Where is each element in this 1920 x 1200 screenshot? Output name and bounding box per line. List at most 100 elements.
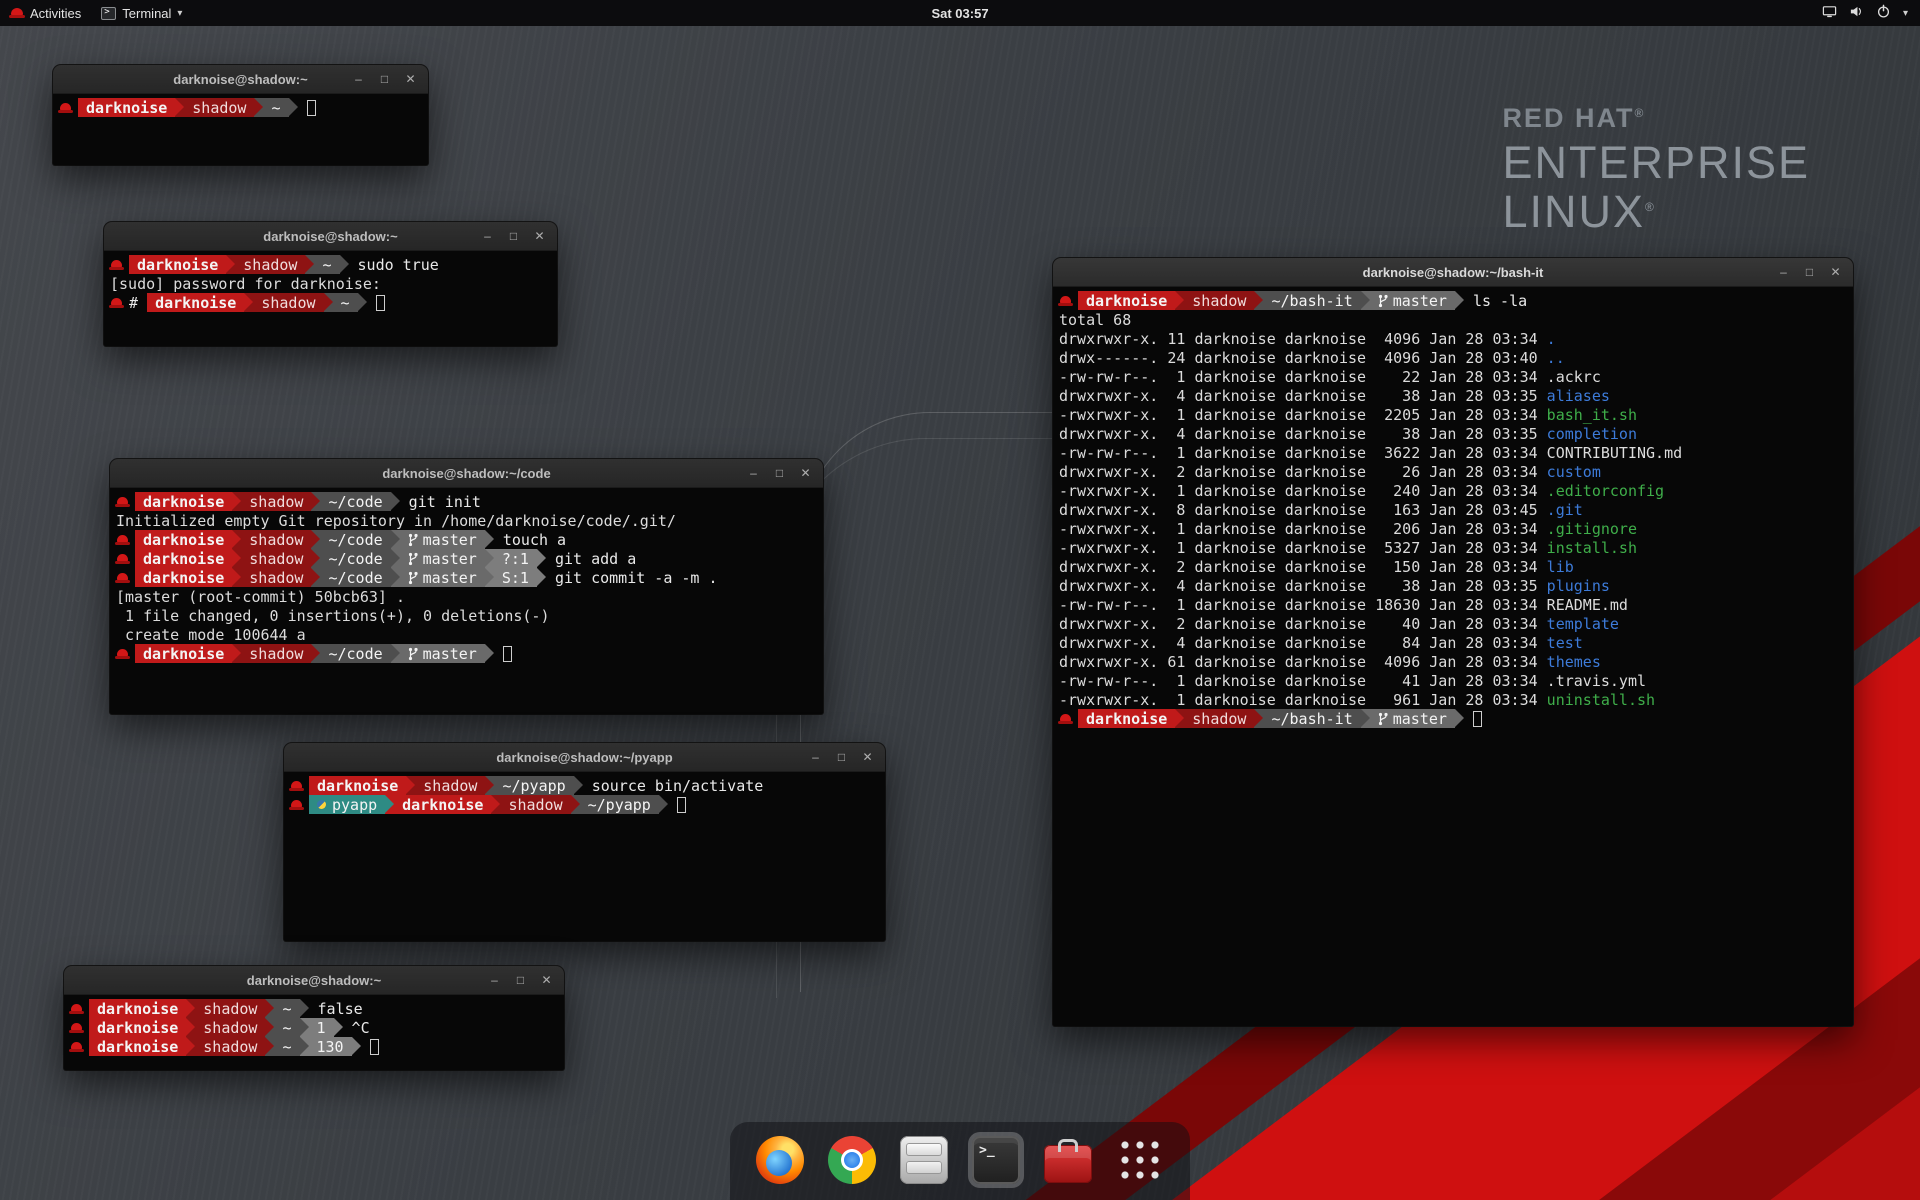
- window-titlebar[interactable]: darknoise@shadow:~/pyapp – □ ✕: [284, 743, 885, 772]
- terminal-content[interactable]: darknoiseshadow~/bash-itmaster ls -latot…: [1053, 287, 1853, 1026]
- redhat-prompt-icon: [290, 781, 303, 791]
- powerline-arrow-icon: [1254, 709, 1263, 728]
- terminal-content[interactable]: darknoiseshadow~ falsedarknoiseshadow~1 …: [64, 995, 564, 1070]
- activities-button[interactable]: Activities: [0, 0, 91, 26]
- minimize-button[interactable]: –: [478, 227, 497, 246]
- window-titlebar[interactable]: darknoise@shadow:~ – □ ✕: [53, 65, 428, 94]
- git-branch-icon: [408, 647, 418, 661]
- output-text: completion: [1547, 425, 1637, 443]
- terminal-content[interactable]: darknoiseshadow~/pyapp source bin/activa…: [284, 772, 885, 941]
- minimize-button[interactable]: –: [349, 70, 368, 89]
- prompt-segment-user: darknoise: [89, 1037, 186, 1056]
- powerline-arrow-icon: [391, 549, 400, 568]
- powerline-arrow-icon: [265, 1018, 274, 1037]
- system-status-area[interactable]: ▾: [1810, 0, 1920, 26]
- window-titlebar[interactable]: darknoise@shadow:~/bash-it – □ ✕: [1053, 258, 1853, 287]
- power-icon: [1876, 4, 1891, 22]
- maximize-button[interactable]: □: [375, 70, 394, 89]
- dock-toolbox[interactable]: [1040, 1132, 1096, 1188]
- dock-chrome[interactable]: [824, 1132, 880, 1188]
- powerline-arrow-icon: [289, 98, 298, 117]
- prompt-segment-git: master: [400, 644, 485, 663]
- dock-firefox[interactable]: [752, 1132, 808, 1188]
- prompt-segment-host: shadow: [195, 1037, 265, 1056]
- prompt-segment-git: master: [400, 549, 485, 568]
- output-text: drwxrwxr-x. 8 darknoise darknoise 163 Ja…: [1059, 501, 1547, 519]
- dock-app-grid[interactable]: [1112, 1132, 1168, 1188]
- prompt-segment-path: ~/code: [320, 644, 390, 663]
- output-text: -rwxrwxr-x. 1 darknoise darknoise 206 Ja…: [1059, 520, 1547, 538]
- terminal-content[interactable]: darknoiseshadow~: [53, 94, 428, 165]
- prompt-line: darknoiseshadow~ sudo true: [110, 255, 551, 274]
- window-title: darknoise@shadow:~: [247, 973, 381, 988]
- powerline-arrow-icon: [175, 98, 184, 117]
- dock-files[interactable]: [896, 1132, 952, 1188]
- dock-terminal[interactable]: [968, 1132, 1024, 1188]
- powerline-arrow-icon: [485, 568, 494, 587]
- app-grid-icon: [1118, 1138, 1162, 1182]
- close-button[interactable]: ✕: [537, 971, 556, 990]
- output-line: drwxrwxr-x. 8 darknoise darknoise 163 Ja…: [1059, 500, 1847, 519]
- prompt-line: # darknoiseshadow~: [110, 293, 551, 312]
- prompt-segment-host: shadow: [1184, 291, 1254, 310]
- prompt-segment-git: master: [1370, 291, 1455, 310]
- output-text: -rw-rw-r--. 1 darknoise darknoise 22 Jan…: [1059, 368, 1547, 386]
- prompt-segment-host: shadow: [195, 999, 265, 1018]
- output-text: -rw-rw-r--. 1 darknoise darknoise 18630 …: [1059, 596, 1547, 614]
- maximize-button[interactable]: □: [504, 227, 523, 246]
- output-text: ..: [1547, 349, 1565, 367]
- prompt-segment-host: shadow: [241, 568, 311, 587]
- prompt-segment-host: shadow: [253, 293, 323, 312]
- command-text: ^C: [343, 1019, 370, 1037]
- git-branch-icon: [408, 571, 418, 585]
- powerline-arrow-icon: [311, 568, 320, 587]
- close-button[interactable]: ✕: [858, 748, 877, 767]
- powerline-arrow-icon: [391, 644, 400, 663]
- powerline-arrow-icon: [1254, 291, 1263, 310]
- window-titlebar[interactable]: darknoise@shadow:~ – □ ✕: [64, 966, 564, 995]
- terminal-icon: [972, 1136, 1020, 1184]
- window-titlebar[interactable]: darknoise@shadow:~/code – □ ✕: [110, 459, 823, 488]
- prompt-segment-host: shadow: [241, 530, 311, 549]
- powerline-arrow-icon: [254, 98, 263, 117]
- prompt-segment-git: master: [400, 530, 485, 549]
- minimize-button[interactable]: –: [485, 971, 504, 990]
- prompt-segment-path: ~: [333, 293, 358, 312]
- prompt-line: darknoiseshadow~1 ^C: [70, 1018, 558, 1037]
- output-line: drwxrwxr-x. 2 darknoise darknoise 40 Jan…: [1059, 614, 1847, 633]
- minimize-button[interactable]: –: [744, 464, 763, 483]
- output-line: [sudo] password for darknoise:: [110, 274, 551, 293]
- output-line: -rwxrwxr-x. 1 darknoise darknoise 2205 J…: [1059, 405, 1847, 424]
- output-line: [master (root-commit) 50bcb63] .: [116, 587, 817, 606]
- app-menu-terminal[interactable]: Terminal ▾: [91, 0, 192, 26]
- redhat-prompt-icon: [70, 1004, 83, 1014]
- terminal-content[interactable]: darknoiseshadow~/code git initInitialize…: [110, 488, 823, 714]
- maximize-button[interactable]: □: [511, 971, 530, 990]
- maximize-button[interactable]: □: [832, 748, 851, 767]
- prompt-line: darknoiseshadow~/bash-itmaster ls -la: [1059, 291, 1847, 310]
- rhel-wallpaper-logo: RED HAT® ENTERPRISE LINUX®: [1502, 105, 1810, 234]
- screen-icon: [1822, 4, 1837, 22]
- prompt-line: darknoiseshadow~/pyapp source bin/activa…: [290, 776, 879, 795]
- output-line: -rw-rw-r--. 1 darknoise darknoise 22 Jan…: [1059, 367, 1847, 386]
- maximize-button[interactable]: □: [1800, 263, 1819, 282]
- minimize-button[interactable]: –: [1774, 263, 1793, 282]
- close-button[interactable]: ✕: [796, 464, 815, 483]
- registered-mark: ®: [1634, 106, 1645, 120]
- output-text: drwxrwxr-x. 61 darknoise darknoise 4096 …: [1059, 653, 1547, 671]
- powerline-arrow-icon: [485, 530, 494, 549]
- clock[interactable]: Sat 03:57: [931, 6, 988, 21]
- close-button[interactable]: ✕: [401, 70, 420, 89]
- output-line: drwxrwxr-x. 4 darknoise darknoise 38 Jan…: [1059, 576, 1847, 595]
- window-titlebar[interactable]: darknoise@shadow:~ – □ ✕: [104, 222, 557, 251]
- toolbox-icon: [1044, 1145, 1092, 1183]
- activities-label: Activities: [30, 6, 81, 21]
- close-button[interactable]: ✕: [1826, 263, 1845, 282]
- prompt-segment-host: shadow: [195, 1018, 265, 1037]
- close-button[interactable]: ✕: [530, 227, 549, 246]
- powerline-arrow-icon: [244, 293, 253, 312]
- maximize-button[interactable]: □: [770, 464, 789, 483]
- prompt-segment-user: darknoise: [89, 999, 186, 1018]
- minimize-button[interactable]: –: [806, 748, 825, 767]
- terminal-content[interactable]: darknoiseshadow~ sudo true[sudo] passwor…: [104, 251, 557, 346]
